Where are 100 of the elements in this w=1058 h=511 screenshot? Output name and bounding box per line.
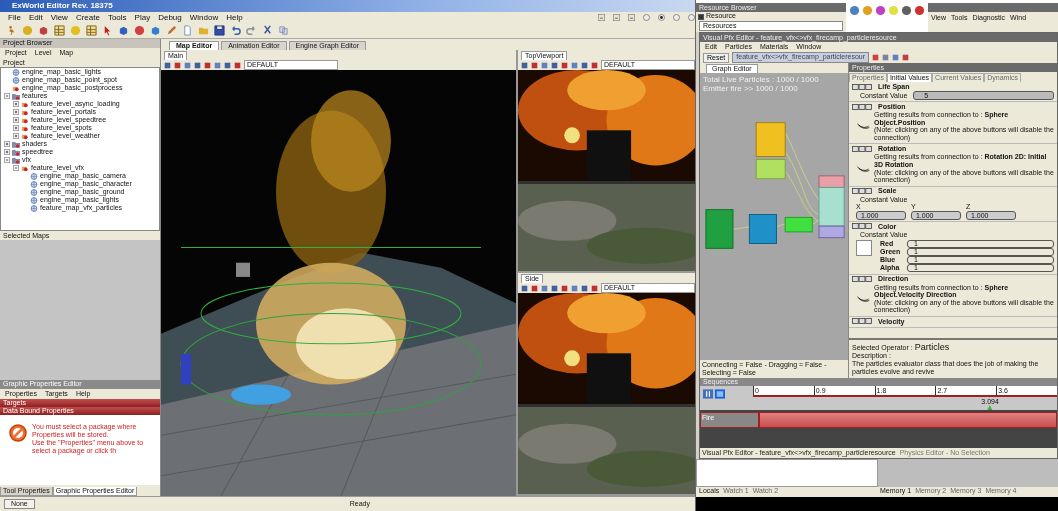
menu-item[interactable]: View — [50, 12, 68, 23]
toolbar-square-icon[interactable] — [571, 284, 578, 292]
sphere-icon[interactable] — [849, 4, 860, 16]
menu-item[interactable]: Tools — [107, 12, 127, 23]
menu-item[interactable]: Play — [134, 12, 151, 23]
grid-icon[interactable] — [54, 25, 65, 36]
save-icon[interactable] — [214, 25, 225, 36]
toolbar-square-icon[interactable] — [164, 61, 171, 69]
document-icon[interactable] — [182, 25, 193, 36]
toolbar-square-icon[interactable] — [561, 284, 568, 292]
window-control-icon[interactable] — [613, 14, 620, 21]
level-icon — [21, 164, 29, 172]
toolbar-square-icon[interactable] — [902, 54, 910, 61]
graph-node[interactable] — [784, 216, 813, 233]
sphere-icon[interactable] — [914, 4, 925, 16]
window-control-icon[interactable] — [598, 14, 605, 21]
menu-item[interactable]: Create — [75, 12, 100, 23]
expander-icon[interactable] — [13, 117, 19, 123]
toolbar-square-icon[interactable] — [551, 284, 558, 292]
section-buttons-icon[interactable] — [852, 103, 872, 110]
cube-icon[interactable] — [150, 25, 161, 36]
section-buttons-icon[interactable] — [852, 83, 872, 90]
cable-icon — [856, 164, 870, 173]
round-button-icon[interactable] — [658, 14, 665, 21]
operator-name: Particles — [914, 341, 950, 352]
toolbar-square-icon[interactable] — [174, 61, 181, 69]
prohibited-icon — [8, 423, 28, 443]
sphere-icon[interactable] — [901, 4, 912, 16]
undo-icon[interactable] — [230, 25, 241, 36]
color-swatch[interactable] — [856, 239, 872, 256]
cable-icon — [856, 294, 870, 303]
toolbar-square-icon[interactable] — [521, 61, 528, 69]
level-icon — [12, 84, 20, 92]
graph-node[interactable] — [818, 186, 845, 227]
figure-icon[interactable] — [6, 25, 17, 36]
folder-icon — [12, 92, 20, 100]
toolbar-square-icon[interactable] — [872, 54, 880, 61]
toolbar-square-icon[interactable] — [184, 61, 191, 69]
expander-icon[interactable] — [4, 149, 10, 155]
toolbar-square-icon[interactable] — [892, 54, 900, 61]
expander-icon[interactable] — [4, 157, 10, 163]
toolbar-square-icon[interactable] — [581, 284, 588, 292]
particle-stats: Emitter fire >> 1000 / 1000 — [703, 84, 799, 93]
checkbox[interactable] — [698, 13, 704, 20]
cut-icon[interactable] — [262, 25, 273, 36]
toolbar-square-icon[interactable] — [561, 61, 568, 69]
expander-icon[interactable] — [4, 141, 10, 147]
menu-item[interactable]: File — [8, 12, 21, 23]
connector-line — [784, 151, 820, 215]
menu-item[interactable]: Debug — [158, 12, 182, 23]
sphere-icon[interactable] — [875, 4, 886, 16]
toolbar-square-icon[interactable] — [551, 61, 558, 69]
toolbar-square-icon[interactable] — [581, 61, 588, 69]
toolbar-square-icon[interactable] — [214, 61, 221, 69]
toolbar-square-icon[interactable] — [591, 61, 598, 69]
window-control-icon[interactable] — [628, 14, 635, 21]
window-title: ExWorld Editor Rev. 18375 — [12, 1, 113, 11]
menu-item[interactable]: Window — [189, 12, 219, 23]
toolbar-square-icon[interactable] — [591, 284, 598, 292]
sphere-icon[interactable] — [134, 25, 145, 36]
particle-stats: Total Live Particles : 1000 / 1000 — [703, 75, 820, 84]
toolbar-square-icon[interactable] — [541, 284, 548, 292]
section-buttons-icon[interactable] — [852, 223, 872, 230]
menu-item[interactable]: Edit — [28, 12, 43, 23]
graph-node[interactable] — [748, 214, 777, 244]
connector-line — [784, 131, 820, 201]
toolbar-square-icon[interactable] — [194, 61, 201, 69]
expander-icon[interactable] — [4, 93, 10, 99]
redo-icon[interactable] — [246, 25, 257, 36]
graph-node[interactable] — [818, 175, 845, 188]
expander-icon[interactable] — [13, 133, 19, 139]
graph-node[interactable] — [818, 225, 845, 239]
expander-icon[interactable] — [13, 125, 19, 131]
graph-node[interactable] — [705, 209, 734, 249]
toolbar-square-icon[interactable] — [531, 61, 538, 69]
graph-node[interactable] — [755, 158, 786, 180]
section-buttons-icon[interactable] — [852, 188, 872, 195]
toolbar-square-icon[interactable] — [521, 284, 528, 292]
expander-icon[interactable] — [13, 101, 19, 107]
toolbar-square-icon[interactable] — [234, 61, 241, 69]
cable-icon — [856, 122, 870, 131]
toolbar-square-icon[interactable] — [571, 61, 578, 69]
grid-icon[interactable] — [86, 25, 97, 36]
graph-node[interactable] — [755, 122, 786, 157]
toolbar-square-icon[interactable] — [224, 61, 231, 69]
pause-stop-icon[interactable] — [703, 389, 725, 399]
copy-icon[interactable] — [278, 25, 289, 36]
expander-icon[interactable] — [13, 109, 19, 115]
cube-icon[interactable] — [38, 25, 49, 36]
toolbar-square-icon[interactable] — [204, 61, 211, 69]
section-buttons-icon[interactable] — [852, 318, 872, 325]
menu-item[interactable]: Help — [226, 12, 243, 23]
cube-icon[interactable] — [118, 25, 129, 36]
section-buttons-icon[interactable] — [852, 145, 872, 152]
toolbar-square-icon[interactable] — [541, 61, 548, 69]
toolbar-square-icon[interactable] — [882, 54, 890, 61]
pencil-icon[interactable] — [166, 25, 177, 36]
section-buttons-icon[interactable] — [852, 276, 872, 283]
toolbar-square-icon[interactable] — [531, 284, 538, 292]
expander-icon[interactable] — [13, 165, 19, 171]
